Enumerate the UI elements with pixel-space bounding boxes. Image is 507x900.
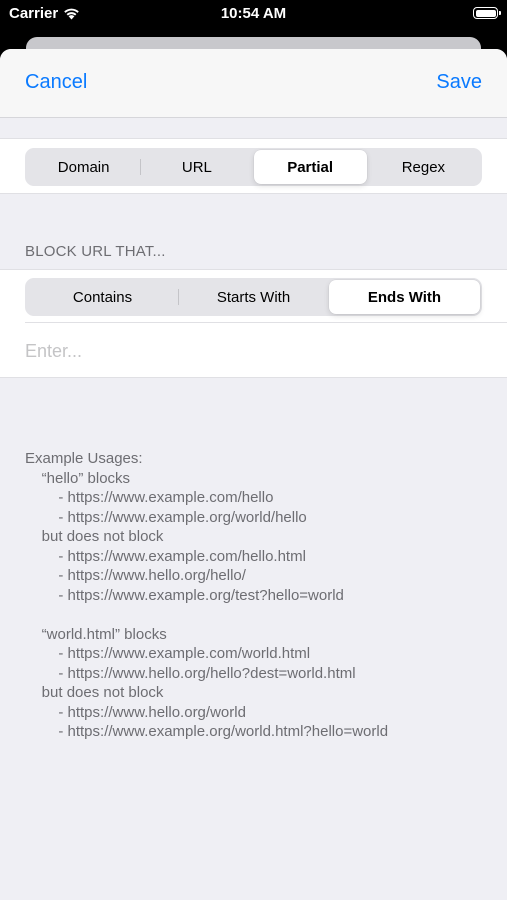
example-line: - https://www.example.org/world.html?hel… xyxy=(25,723,389,740)
rule-type-segmented-control: Domain URL Partial Regex xyxy=(25,148,482,186)
cancel-button[interactable]: Cancel xyxy=(25,71,87,94)
segment-label: Domain xyxy=(57,158,110,176)
segment-divider xyxy=(177,289,179,305)
segment-label: Starts With xyxy=(216,288,291,306)
example-spacer xyxy=(25,605,497,625)
example-line: - https://www.example.com/hello.html xyxy=(25,547,306,565)
example-line: - https://www.hello.org/world xyxy=(25,703,246,721)
example-line: “hello” blocks xyxy=(25,469,131,487)
segment-label: Ends With xyxy=(367,288,442,306)
match-type-segmented-control: Contains Starts With Ends With xyxy=(25,278,482,316)
segment-domain[interactable]: Domain xyxy=(27,150,140,184)
example-line: but does not block xyxy=(25,528,164,545)
clock: 10:54 AM xyxy=(220,5,287,22)
segment-regex[interactable]: Regex xyxy=(367,150,480,184)
status-bar: Carrier 10:54 AM xyxy=(0,0,507,30)
segment-label: URL xyxy=(181,158,212,176)
segment-label: Regex xyxy=(401,158,446,176)
battery-icon xyxy=(473,7,501,19)
save-button[interactable]: Save xyxy=(436,71,482,94)
example-line: Example Usages: xyxy=(25,450,143,467)
section-header-block-url: BLOCK URL THAT... xyxy=(25,243,166,260)
example-line: - https://www.example.com/hello xyxy=(25,489,274,506)
modal-sheet: Cancel Save Domain URL Partial Regex BLO… xyxy=(0,49,507,900)
segment-contains[interactable]: Contains xyxy=(27,280,178,314)
row-separator xyxy=(25,322,507,323)
segment-starts-with[interactable]: Starts With xyxy=(177,280,329,314)
url-pattern-input[interactable] xyxy=(25,339,482,363)
segment-label: Contains xyxy=(72,288,133,306)
segment-divider xyxy=(139,159,141,175)
segment-label: Partial xyxy=(287,158,334,176)
example-line: but does not block xyxy=(25,684,164,701)
example-line: - https://www.hello.org/hello?dest=world… xyxy=(25,664,356,682)
segment-ends-with[interactable]: Ends With xyxy=(329,280,480,314)
example-line: “world.html” blocks xyxy=(25,625,167,643)
segment-partial[interactable]: Partial xyxy=(253,150,367,184)
example-line: - https://www.hello.org/hello/ xyxy=(25,567,246,584)
example-line: - https://www.example.com/world.html xyxy=(25,645,311,662)
example-usages: Example Usages: “hello” blocks - https:/… xyxy=(25,449,497,742)
example-line: - https://www.example.org/world/hello xyxy=(25,508,307,526)
example-line: - https://www.example.org/test?hello=wor… xyxy=(25,586,344,604)
navigation-bar: Cancel Save xyxy=(0,49,507,118)
segment-url[interactable]: URL xyxy=(139,150,253,184)
